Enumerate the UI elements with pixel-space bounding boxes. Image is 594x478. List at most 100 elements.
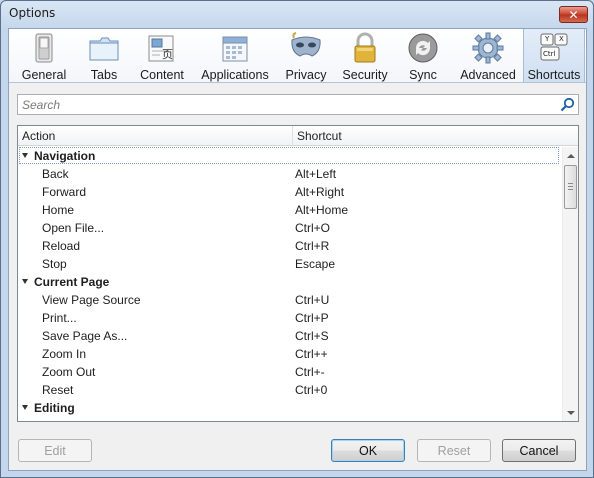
tree-row[interactable]: View Page Source Ctrl+U: [18, 291, 562, 309]
tree-row[interactable]: Save Page As... Ctrl+S: [18, 327, 562, 345]
expand-triangle-icon[interactable]: [22, 279, 28, 284]
shortcut-cell: Ctrl+R: [295, 239, 330, 253]
pane-tab-privacy[interactable]: Privacy: [281, 29, 331, 82]
tree-rows: Navigation Back Alt+Left Forward Alt+Right Ho…: [18, 147, 562, 421]
shortcut-cell: Ctrl+-: [295, 365, 325, 379]
ok-button[interactable]: OK: [331, 439, 405, 462]
pane-label: Applications: [201, 68, 269, 82]
pane-label: Privacy: [285, 68, 327, 82]
dialog-client: General Tabs 页 Content Applications Priv…: [8, 28, 587, 471]
action-cell: Print...: [42, 311, 77, 325]
action-cell: Zoom In: [42, 347, 87, 361]
action-cell: Reset: [42, 383, 74, 397]
tabs-folder-icon: [88, 32, 120, 64]
shortcut-cell: Ctrl+0: [295, 383, 328, 397]
shortcut-cell: Ctrl+P: [295, 311, 329, 325]
tree-row[interactable]: Stop Escape: [18, 255, 562, 273]
shortcut-cell: Ctrl++: [295, 347, 328, 361]
reset-button[interactable]: Reset: [417, 439, 491, 462]
shortcut-cell: Ctrl+U: [295, 293, 330, 307]
shortcut-cell: Escape: [295, 257, 336, 271]
pane-tab-tabs[interactable]: Tabs: [79, 29, 129, 82]
tree-row[interactable]: Reset Ctrl+0: [18, 381, 562, 399]
tree-row[interactable]: Forward Alt+Right: [18, 183, 562, 201]
pane-toolbar: General Tabs 页 Content Applications Priv…: [9, 29, 586, 83]
tree-row[interactable]: Print... Ctrl+P: [18, 309, 562, 327]
key-label: Ctrl: [543, 50, 556, 58]
grip-line: [568, 189, 573, 190]
pane-label: Content: [140, 68, 184, 82]
shortcut-cell: Ctrl+O: [295, 221, 331, 235]
pane-label: Advanced: [460, 68, 516, 82]
pane-label: Tabs: [90, 68, 118, 82]
tree-row[interactable]: Back Alt+Left: [18, 165, 562, 183]
scroll-up-icon[interactable]: [567, 154, 575, 158]
pane-tab-applications[interactable]: Applications: [197, 29, 273, 82]
pane-label: General: [21, 68, 67, 82]
edit-button[interactable]: Edit: [18, 439, 92, 462]
close-button[interactable]: ✕: [559, 6, 588, 23]
shortcut-cell: Alt+Home: [295, 203, 349, 217]
action-cell: Stop: [42, 257, 67, 271]
action-cell: Forward: [42, 185, 87, 199]
pane-tab-security[interactable]: Security: [337, 29, 393, 82]
search-box: [17, 94, 579, 115]
security-padlock-icon: [349, 32, 381, 64]
content-glyph: 页: [162, 48, 173, 61]
column-header-shortcut[interactable]: Shortcut: [297, 129, 342, 143]
tree-row[interactable]: Zoom Out Ctrl+-: [18, 363, 562, 381]
action-cell: Editing: [34, 401, 75, 415]
action-cell: Navigation: [34, 149, 96, 163]
sync-arrows-icon: [407, 32, 439, 64]
options-window: Options ✕ General Tabs 页 Content Applica…: [0, 0, 594, 478]
shortcut-cell: Alt+Right: [295, 185, 345, 199]
pane-tab-content[interactable]: 页 Content: [133, 29, 191, 82]
grip-line: [568, 186, 573, 187]
vertical-scrollbar[interactable]: [562, 147, 578, 421]
window-title: Options: [9, 6, 56, 20]
privacy-mask-icon: [290, 32, 322, 64]
search-input[interactable]: [22, 97, 552, 113]
action-cell: View Page Source: [42, 293, 141, 307]
tree-group-row[interactable]: Navigation: [18, 147, 562, 165]
pane-label: Sync: [409, 68, 437, 82]
column-divider[interactable]: [292, 126, 293, 146]
tree-header: Action Shortcut: [18, 126, 578, 146]
scroll-thumb[interactable]: [564, 165, 577, 209]
keyboard-keys-icon: Y X Ctrl: [538, 32, 570, 64]
column-header-action[interactable]: Action: [22, 129, 55, 143]
cancel-button[interactable]: Cancel: [502, 439, 576, 462]
expand-triangle-icon[interactable]: [22, 405, 28, 410]
shortcut-cell: Alt+Left: [295, 167, 337, 181]
switch-icon: [28, 32, 60, 64]
tree-group-row[interactable]: Current Page: [18, 273, 562, 291]
key-label: X: [559, 35, 564, 43]
search-icon[interactable]: [560, 97, 575, 112]
grip-line: [568, 183, 573, 184]
action-cell: Reload: [42, 239, 81, 253]
content-page-icon: 页: [146, 32, 178, 64]
shortcut-cell: Ctrl+S: [295, 329, 329, 343]
pane-label: Security: [342, 68, 388, 82]
gear-icon: [472, 32, 504, 64]
shortcuts-tree[interactable]: Action Shortcut Navigation Back Alt+Left Fo…: [17, 125, 579, 422]
title-bar[interactable]: Options ✕: [1, 1, 593, 28]
tree-group-row[interactable]: Editing: [18, 399, 562, 417]
pane-tab-sync[interactable]: Sync: [401, 29, 445, 82]
close-icon: ✕: [568, 7, 579, 22]
pane-tab-general[interactable]: General: [11, 29, 77, 82]
action-cell: Back: [42, 167, 69, 181]
applications-calendar-icon: [219, 32, 251, 64]
pane-tab-shortcuts[interactable]: Y X Ctrl Shortcuts: [523, 29, 585, 82]
tree-row[interactable]: Home Alt+Home: [18, 201, 562, 219]
tree-row[interactable]: Open File... Ctrl+O: [18, 219, 562, 237]
action-cell: Zoom Out: [42, 365, 96, 379]
focus-rectangle: [19, 147, 559, 164]
action-cell: Current Page: [34, 275, 110, 289]
tree-row[interactable]: Zoom In Ctrl++: [18, 345, 562, 363]
action-cell: Open File...: [42, 221, 105, 235]
pane-tab-advanced[interactable]: Advanced: [455, 29, 521, 82]
pane-label: Shortcuts: [527, 68, 581, 82]
tree-row[interactable]: Reload Ctrl+R: [18, 237, 562, 255]
scroll-down-icon[interactable]: [567, 411, 575, 415]
